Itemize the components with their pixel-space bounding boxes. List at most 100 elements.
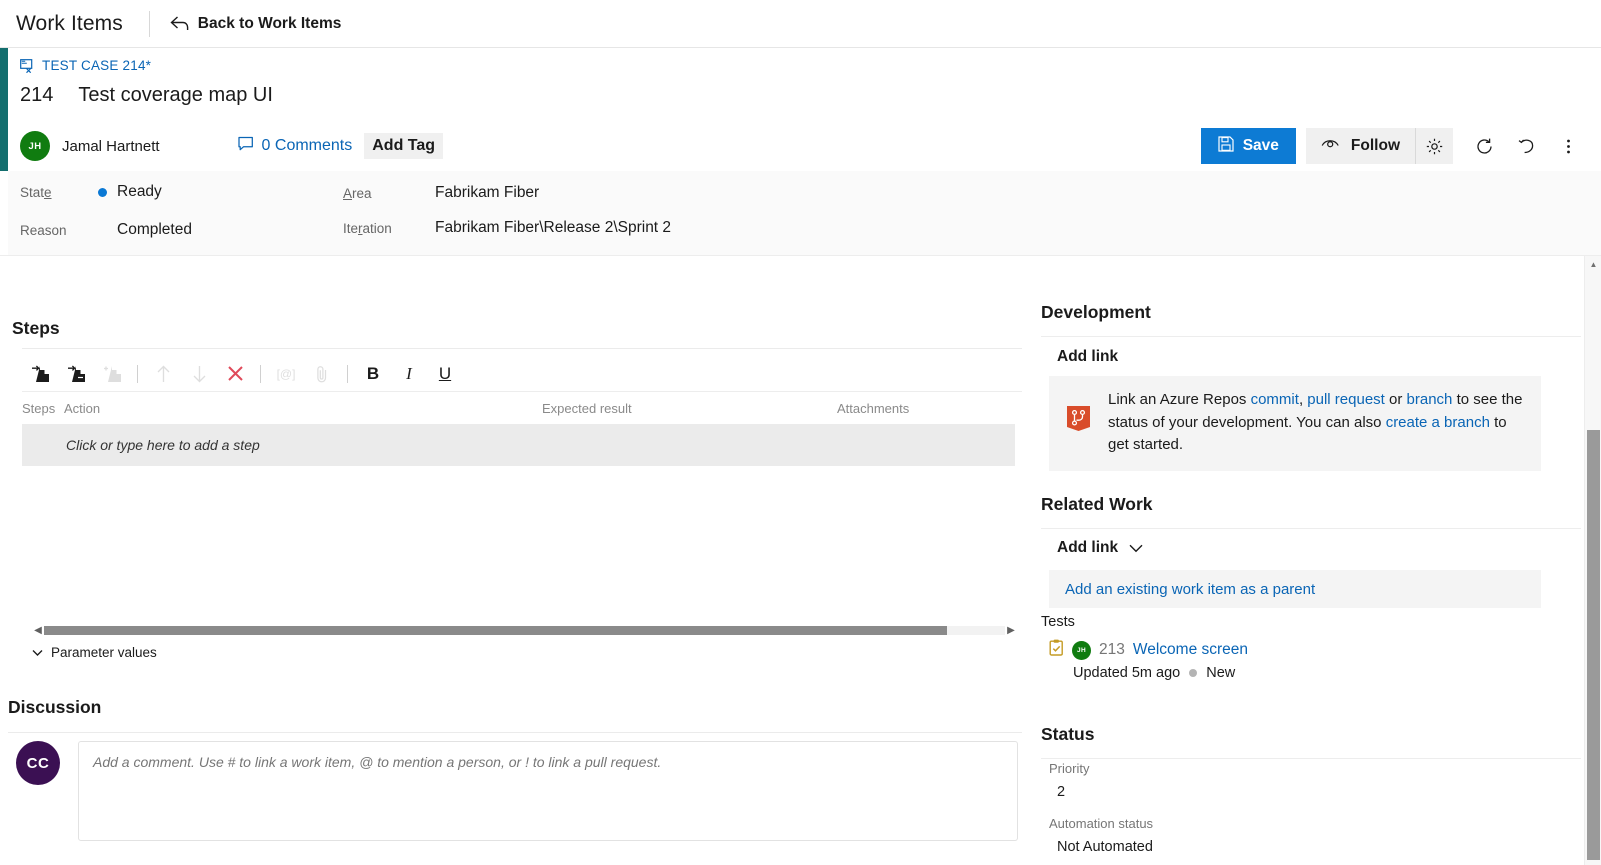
field-state-value: Ready (117, 183, 162, 200)
development-inline-link[interactable]: commit (1251, 391, 1299, 408)
priority-value[interactable]: 2 (1057, 784, 1589, 800)
comments-count-label: 0 Comments (261, 137, 353, 154)
work-item-type-breadcrumb[interactable]: TEST CASE 214* (20, 58, 151, 73)
refresh-icon[interactable] (1463, 128, 1505, 164)
work-item-title[interactable]: Test coverage map UI (78, 84, 273, 107)
move-up-icon (145, 358, 181, 390)
work-item-page: Work Items Back to Work Items TEST CASE … (0, 0, 1601, 865)
scroll-up-arrow-icon[interactable]: ▲ (1585, 256, 1601, 273)
comment-input[interactable]: Add a comment. Use # to link a work item… (78, 741, 1018, 841)
work-item-form: TEST CASE 214* 214 Test coverage map UI … (0, 48, 1601, 865)
related-work-item[interactable]: JH 213 Welcome screen (1049, 639, 1589, 661)
steps-hscroll-thumb[interactable] (44, 625, 948, 635)
test-case-icon (20, 58, 35, 73)
related-work-group-label: Tests (1041, 614, 1075, 630)
page-vscroll-thumb[interactable] (1587, 430, 1600, 860)
eye-icon (1321, 137, 1340, 155)
attach-file-icon (304, 358, 340, 390)
toolbar-divider-1 (137, 364, 138, 383)
development-callout-text: Link an Azure Repos commit, pull request… (1108, 389, 1525, 457)
add-tag-button[interactable]: Add Tag (364, 133, 444, 159)
assignee-name[interactable]: Jamal Hartnett (62, 138, 160, 155)
field-reason-value[interactable]: Completed (117, 221, 192, 239)
follow-button[interactable]: Follow (1306, 128, 1415, 164)
page-vertical-scrollbar[interactable]: ▲ ▼ (1584, 256, 1601, 865)
steps-toolbar: [@] B I U (22, 356, 1022, 392)
field-area-label: Area (343, 185, 372, 201)
discussion-compose-row: CC Add a comment. Use # to link a work i… (16, 741, 1018, 841)
work-item-type-label: TEST CASE 214* (42, 58, 152, 73)
italic-icon[interactable]: I (391, 358, 427, 390)
steps-empty-row[interactable]: Click or type here to add a step (22, 424, 1015, 466)
status-rule (1041, 758, 1581, 759)
related-work-item-updated: Updated 5m ago (1073, 665, 1181, 681)
field-area-value[interactable]: Fabrikam Fiber (435, 184, 539, 202)
chevron-down-icon (1129, 544, 1143, 552)
comments-link[interactable]: 0 Comments (237, 136, 353, 157)
work-item-header: TEST CASE 214* 214 Test coverage map UI … (8, 48, 1601, 171)
more-vertical-icon[interactable] (1547, 128, 1589, 164)
chevron-down-icon (32, 649, 43, 656)
toolbar-divider-3 (347, 364, 348, 383)
delete-step-icon[interactable] (217, 358, 253, 390)
field-state-value-wrap[interactable]: Ready (98, 183, 162, 201)
toolbar-divider-2 (260, 364, 261, 383)
column-header-attachments: Attachments (837, 401, 910, 416)
move-down-icon (181, 358, 217, 390)
undo-revert-icon[interactable] (1505, 128, 1547, 164)
related-work-add-link-button[interactable]: Add link (1057, 539, 1589, 557)
status-heading: Status (1041, 724, 1095, 744)
add-parent-link: Add an existing work item as a parent (1065, 580, 1316, 598)
related-work-heading: Related Work (1041, 494, 1153, 514)
field-iteration-label: Iteration (343, 220, 392, 236)
comment-bubble-icon (237, 136, 255, 157)
gear-icon[interactable] (1415, 128, 1453, 164)
development-inline-link[interactable]: pull request (1307, 391, 1385, 408)
azure-repos-icon (1065, 402, 1092, 436)
related-work-item-avatar-initials: JH (1076, 646, 1087, 654)
insert-step-icon[interactable] (22, 358, 58, 390)
add-parent-banner[interactable]: Add an existing work item as a parent (1049, 570, 1541, 608)
insert-shared-step-icon[interactable] (58, 358, 94, 390)
test-case-small-icon (1049, 639, 1064, 661)
development-inline-text: or (1384, 391, 1407, 408)
discussion-heading-rule (8, 732, 1022, 733)
underline-icon[interactable]: U (427, 358, 463, 390)
field-iteration-value[interactable]: Fabrikam Fiber\Release 2\Sprint 2 (435, 219, 671, 237)
save-button-label: Save (1242, 137, 1279, 154)
related-work-item-avatar: JH (1072, 640, 1091, 660)
work-item-title-row: 214 Test coverage map UI (20, 84, 273, 107)
follow-button-group: Follow (1305, 128, 1453, 164)
development-add-link-label[interactable]: Add link (1057, 348, 1589, 366)
work-item-toolbar: Save Follow (1200, 126, 1589, 166)
parameter-values-toggle[interactable]: Parameter values (32, 645, 157, 660)
scroll-left-arrow-icon[interactable]: ◀ (32, 625, 44, 636)
steps-hscroll-track[interactable] (44, 625, 1005, 635)
development-inline-link[interactable]: create a branch (1386, 414, 1490, 431)
details-pane: Development Add link Link an Azure Repos… (1033, 256, 1589, 865)
bold-icon[interactable]: B (355, 358, 391, 390)
work-item-id: 214 (20, 84, 54, 106)
development-inline-link[interactable]: branch (1407, 391, 1453, 408)
current-user-avatar-initials: CC (26, 754, 50, 772)
comment-input-placeholder: Add a comment. Use # to link a work item… (93, 754, 662, 770)
scroll-right-arrow-icon[interactable]: ▶ (1005, 625, 1017, 636)
work-item-type-accent-bar (0, 48, 8, 171)
steps-horizontal-scrollbar[interactable]: ◀ ▶ (32, 621, 1017, 639)
header-divider (148, 10, 150, 37)
related-work-item-title: Welcome screen (1132, 641, 1249, 658)
back-to-work-items-button[interactable]: Back to Work Items (170, 15, 341, 33)
field-state-label: State (20, 184, 52, 200)
back-arrow-icon (170, 16, 189, 31)
steps-pane: Steps [@] B I U Steps Action Expected re… (8, 256, 1033, 865)
field-state: State Ready (20, 183, 162, 201)
assignee-avatar[interactable]: JH (20, 131, 50, 161)
development-heading: Development (1041, 302, 1151, 322)
save-button[interactable]: Save (1200, 128, 1296, 164)
automation-status-value[interactable]: Not Automated (1057, 839, 1589, 855)
steps-grid-header: Steps Action Expected result Attachments (22, 401, 1022, 425)
current-user-avatar[interactable]: CC (16, 741, 60, 785)
automation-status-label: Automation status (1049, 816, 1154, 831)
assignee-avatar-initials: JH (28, 140, 42, 152)
related-work-item-id: 213 (1099, 641, 1125, 658)
